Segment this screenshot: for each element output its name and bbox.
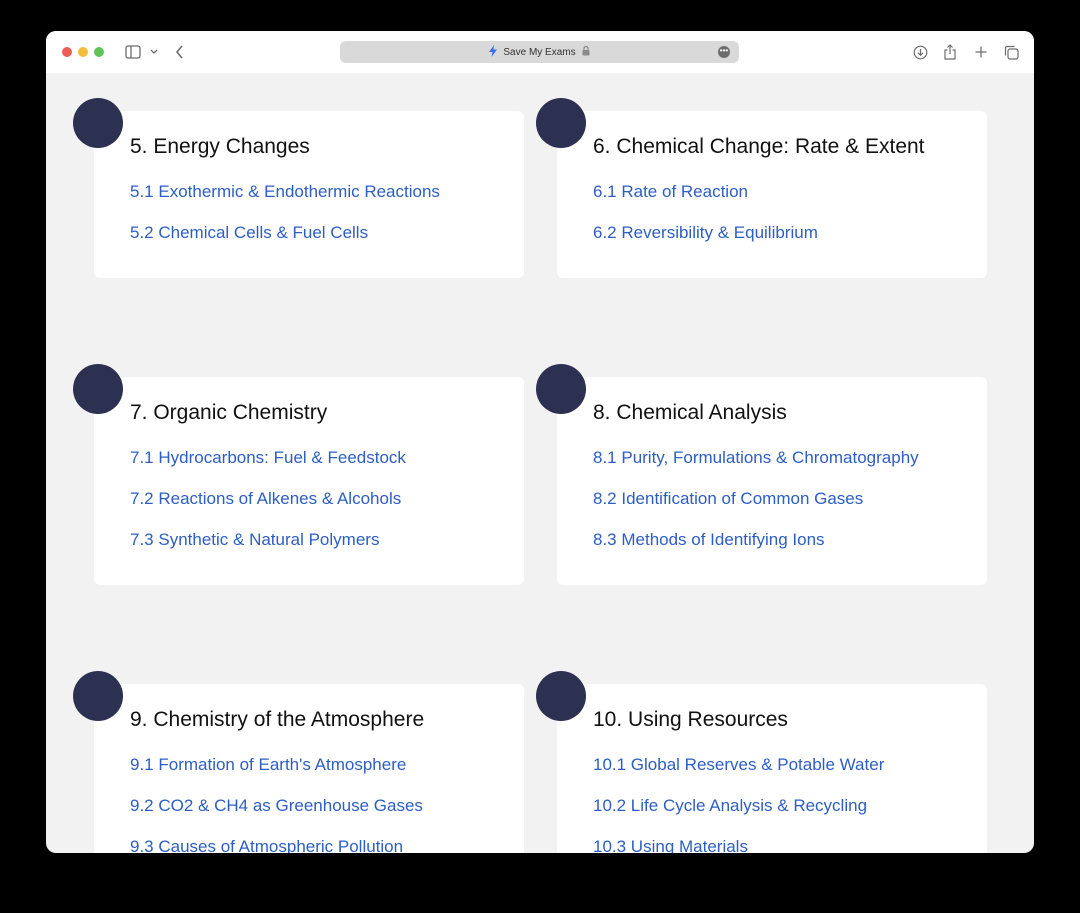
subtopic-link[interactable]: 7.3 Synthetic & Natural Polymers xyxy=(130,530,379,550)
browser-window: Save My Exams ••• 5. Energy Changes 5.1 … xyxy=(46,31,1034,853)
minimize-window-button[interactable] xyxy=(78,47,88,57)
topic-badge xyxy=(73,671,123,721)
subtopic-link[interactable]: 7.2 Reactions of Alkenes & Alcohols xyxy=(130,489,401,509)
topic-badge xyxy=(536,671,586,721)
new-tab-icon[interactable] xyxy=(974,42,988,62)
subtopic-link[interactable]: 9.3 Causes of Atmospheric Pollution xyxy=(130,837,403,853)
topic-card-6: 6. Chemical Change: Rate & Extent 6.1 Ra… xyxy=(536,98,987,278)
topic-title[interactable]: 10. Using Resources xyxy=(593,708,788,732)
topic-badge xyxy=(536,364,586,414)
topic-card-9: 9. Chemistry of the Atmosphere 9.1 Forma… xyxy=(73,671,524,853)
back-icon[interactable] xyxy=(173,42,185,62)
topic-title[interactable]: 8. Chemical Analysis xyxy=(593,401,787,425)
browser-toolbar: Save My Exams ••• xyxy=(46,31,1034,73)
subtopic-link[interactable]: 8.3 Methods of Identifying Ions xyxy=(593,530,825,550)
topic-title[interactable]: 7. Organic Chemistry xyxy=(130,401,327,425)
subtopic-link[interactable]: 7.1 Hydrocarbons: Fuel & Feedstock xyxy=(130,448,406,468)
topic-title[interactable]: 6. Chemical Change: Rate & Extent xyxy=(593,135,925,159)
bolt-icon xyxy=(489,44,498,60)
topic-title[interactable]: 5. Energy Changes xyxy=(130,135,310,159)
topic-card-5: 5. Energy Changes 5.1 Exothermic & Endot… xyxy=(73,98,524,278)
sidebar-icon[interactable] xyxy=(125,42,141,62)
tabs-overview-icon[interactable] xyxy=(1003,42,1019,62)
subtopic-link[interactable]: 6.2 Reversibility & Equilibrium xyxy=(593,223,818,243)
subtopic-link[interactable]: 10.2 Life Cycle Analysis & Recycling xyxy=(593,796,867,816)
subtopic-link[interactable]: 9.1 Formation of Earth's Atmosphere xyxy=(130,755,406,775)
topic-card-8: 8. Chemical Analysis 8.1 Purity, Formula… xyxy=(536,364,987,585)
close-window-button[interactable] xyxy=(62,47,72,57)
topic-badge xyxy=(73,364,123,414)
topic-title[interactable]: 9. Chemistry of the Atmosphere xyxy=(130,708,424,732)
topic-badge xyxy=(73,98,123,148)
zoom-window-button[interactable] xyxy=(94,47,104,57)
subtopic-link[interactable]: 9.2 CO2 & CH4 as Greenhouse Gases xyxy=(130,796,423,816)
subtopic-link[interactable]: 8.2 Identification of Common Gases xyxy=(593,489,863,509)
subtopic-link[interactable]: 5.1 Exothermic & Endothermic Reactions xyxy=(130,182,440,202)
share-icon[interactable] xyxy=(943,42,957,62)
lock-icon xyxy=(582,45,590,59)
address-bar[interactable]: Save My Exams ••• xyxy=(340,41,739,63)
subtopic-link[interactable]: 10.3 Using Materials xyxy=(593,837,748,853)
subtopic-link[interactable]: 8.1 Purity, Formulations & Chromatograph… xyxy=(593,448,919,468)
subtopic-link[interactable]: 10.1 Global Reserves & Potable Water xyxy=(593,755,884,775)
address-title: Save My Exams xyxy=(503,46,576,58)
topic-badge xyxy=(536,98,586,148)
page-content: 5. Energy Changes 5.1 Exothermic & Endot… xyxy=(46,73,1034,853)
page-menu-icon[interactable]: ••• xyxy=(718,46,730,58)
subtopic-link[interactable]: 6.1 Rate of Reaction xyxy=(593,182,748,202)
chevron-down-icon[interactable] xyxy=(149,42,159,62)
topic-card-7: 7. Organic Chemistry 7.1 Hydrocarbons: F… xyxy=(73,364,524,585)
subtopic-link[interactable]: 5.2 Chemical Cells & Fuel Cells xyxy=(130,223,368,243)
download-icon[interactable] xyxy=(912,42,928,62)
topic-card-10: 10. Using Resources 10.1 Global Reserves… xyxy=(536,671,987,853)
